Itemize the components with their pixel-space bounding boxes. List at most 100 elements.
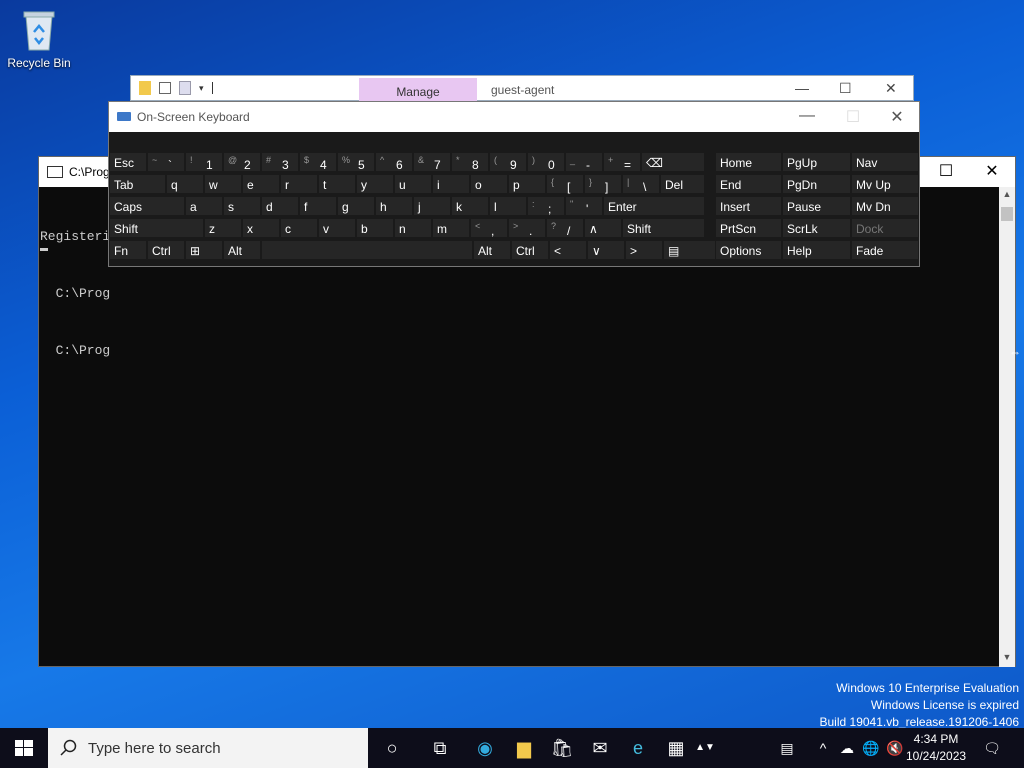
internet-explorer-icon[interactable]: e [619, 728, 657, 768]
osk-nav-key[interactable]: Nav [851, 152, 919, 172]
scroll-thumb[interactable] [1001, 207, 1013, 221]
clock[interactable]: 4:34 PM 10/24/2023 [906, 731, 966, 765]
osk-key[interactable]: Del [660, 174, 705, 194]
osk-key[interactable]: w [204, 174, 242, 194]
search-box[interactable]: Type here to search [48, 728, 368, 768]
osk-key[interactable]: s [223, 196, 261, 216]
osk-key[interactable]: m [432, 218, 470, 238]
minimize-icon[interactable]: — [795, 80, 809, 96]
osk-key[interactable]: % 5 [337, 152, 375, 172]
osk-nav-key[interactable]: Pause [782, 196, 851, 216]
osk-key[interactable]: Enter [603, 196, 705, 216]
osk-key[interactable]: + = [603, 152, 641, 172]
osk-key[interactable]: ~ ` [147, 152, 185, 172]
osk-nav-key[interactable]: Fade [851, 240, 919, 260]
network-icon[interactable]: 🌐 [860, 728, 882, 768]
vertical-scrollbar[interactable]: ▲ ▼ [999, 187, 1015, 667]
osk-key[interactable]: ∨ [587, 240, 625, 260]
osk-key[interactable]: t [318, 174, 356, 194]
osk-key[interactable]: e [242, 174, 280, 194]
close-icon[interactable]: ✕ [969, 161, 1015, 183]
osk-key[interactable]: ! 1 [185, 152, 223, 172]
osk-key[interactable]: $4 [299, 152, 337, 172]
news-icon[interactable]: ▤ [772, 728, 802, 768]
osk-key[interactable]: Shift [109, 218, 204, 238]
osk-key[interactable]: y [356, 174, 394, 194]
tab-manage[interactable]: Manage [359, 78, 477, 102]
osk-key[interactable]: {[ [546, 174, 584, 194]
osk-key[interactable]: ⌫ [641, 152, 705, 172]
onedrive-icon[interactable]: ☁ [836, 728, 858, 768]
maximize-icon[interactable]: ☐ [923, 161, 969, 183]
new-folder-icon[interactable] [179, 81, 191, 95]
cortana-icon[interactable]: ○ [373, 728, 411, 768]
osk-key[interactable]: x [242, 218, 280, 238]
osk-key[interactable]: (9 [489, 152, 527, 172]
osk-key[interactable]: #3 [261, 152, 299, 172]
osk-key[interactable]: p [508, 174, 546, 194]
osk-key[interactable]: Alt [473, 240, 511, 260]
osk-nav-key[interactable]: Help [782, 240, 851, 260]
osk-key[interactable]: k [451, 196, 489, 216]
osk-key[interactable] [261, 240, 473, 260]
osk-key[interactable]: c [280, 218, 318, 238]
osk-nav-key[interactable]: PrtScn [715, 218, 782, 238]
osk-nav-key[interactable]: Mv Dn [851, 196, 919, 216]
scroll-down-icon[interactable]: ▼ [999, 652, 1015, 666]
volume-muted-icon[interactable]: 🔇 [884, 728, 906, 768]
osk-key[interactable]: ∧ [584, 218, 622, 238]
osk-key[interactable]: > [625, 240, 663, 260]
osk-key[interactable]: Ctrl [147, 240, 185, 260]
osk-key[interactable]: g [337, 196, 375, 216]
osk-key[interactable]: r [280, 174, 318, 194]
osk-key[interactable]: * 8 [451, 152, 489, 172]
chevron-down-icon[interactable]: ▾ [199, 83, 204, 94]
osk-key[interactable]: ▤ [663, 240, 719, 260]
osk-key[interactable]: z [204, 218, 242, 238]
minimize-icon[interactable]: — [787, 107, 827, 125]
osk-nav-key[interactable]: Home [715, 152, 782, 172]
osk-key[interactable]: | \ [622, 174, 660, 194]
file-explorer-window[interactable]: ▾ Manage guest-agent — ☐ ✕ [130, 75, 914, 102]
osk-key[interactable]: a [185, 196, 223, 216]
osk-nav-key[interactable]: PgUp [782, 152, 851, 172]
osk-key[interactable]: Ctrl [511, 240, 549, 260]
osk-key[interactable]: u [394, 174, 432, 194]
notifications-icon[interactable]: 🗨 [980, 728, 1004, 768]
chevron-up-icon[interactable]: ^ [814, 728, 832, 768]
start-button[interactable] [0, 728, 48, 768]
file-explorer-icon[interactable]: ▆ [505, 728, 543, 768]
osk-key[interactable]: q [166, 174, 204, 194]
store-icon[interactable]: 🛍 [543, 728, 581, 768]
task-view-icon[interactable]: ⧉ [421, 728, 459, 768]
osk-titlebar[interactable]: On-Screen Keyboard — ☐ ✕ [109, 102, 919, 132]
osk-key[interactable]: ⊞ [185, 240, 223, 260]
osk-key[interactable]: h [375, 196, 413, 216]
osk-key[interactable]: _ - [565, 152, 603, 172]
osk-key[interactable]: & 7 [413, 152, 451, 172]
osk-key[interactable]: j [413, 196, 451, 216]
close-icon[interactable]: ✕ [877, 107, 917, 127]
close-icon[interactable]: ✕ [885, 80, 897, 97]
osk-nav-key[interactable]: ScrLk [782, 218, 851, 238]
osk-key[interactable]: i [432, 174, 470, 194]
osk-key[interactable]: @2 [223, 152, 261, 172]
osk-key[interactable]: b [356, 218, 394, 238]
osk-key[interactable]: Caps [109, 196, 185, 216]
osk-key[interactable]: l [489, 196, 527, 216]
osk-key[interactable]: ^ 6 [375, 152, 413, 172]
maximize-icon[interactable]: ☐ [839, 80, 852, 97]
osk-key[interactable]: ) 0 [527, 152, 565, 172]
osk-key[interactable]: < [549, 240, 587, 260]
osk-key[interactable]: Alt [223, 240, 261, 260]
osk-key[interactable]: Shift [622, 218, 705, 238]
osk-key[interactable]: v [318, 218, 356, 238]
osk-nav-key[interactable]: Mv Up [851, 174, 919, 194]
edge-icon[interactable]: ◉ [466, 728, 504, 768]
osk-key[interactable]: Fn [109, 240, 147, 260]
mail-icon[interactable]: ✉ [581, 728, 619, 768]
osk-key[interactable]: <, [470, 218, 508, 238]
osk-key[interactable]: >. [508, 218, 546, 238]
taskbar-overflow-icon[interactable]: ▲▼ [695, 728, 715, 768]
settings-app-icon[interactable]: ▦ [657, 728, 695, 768]
